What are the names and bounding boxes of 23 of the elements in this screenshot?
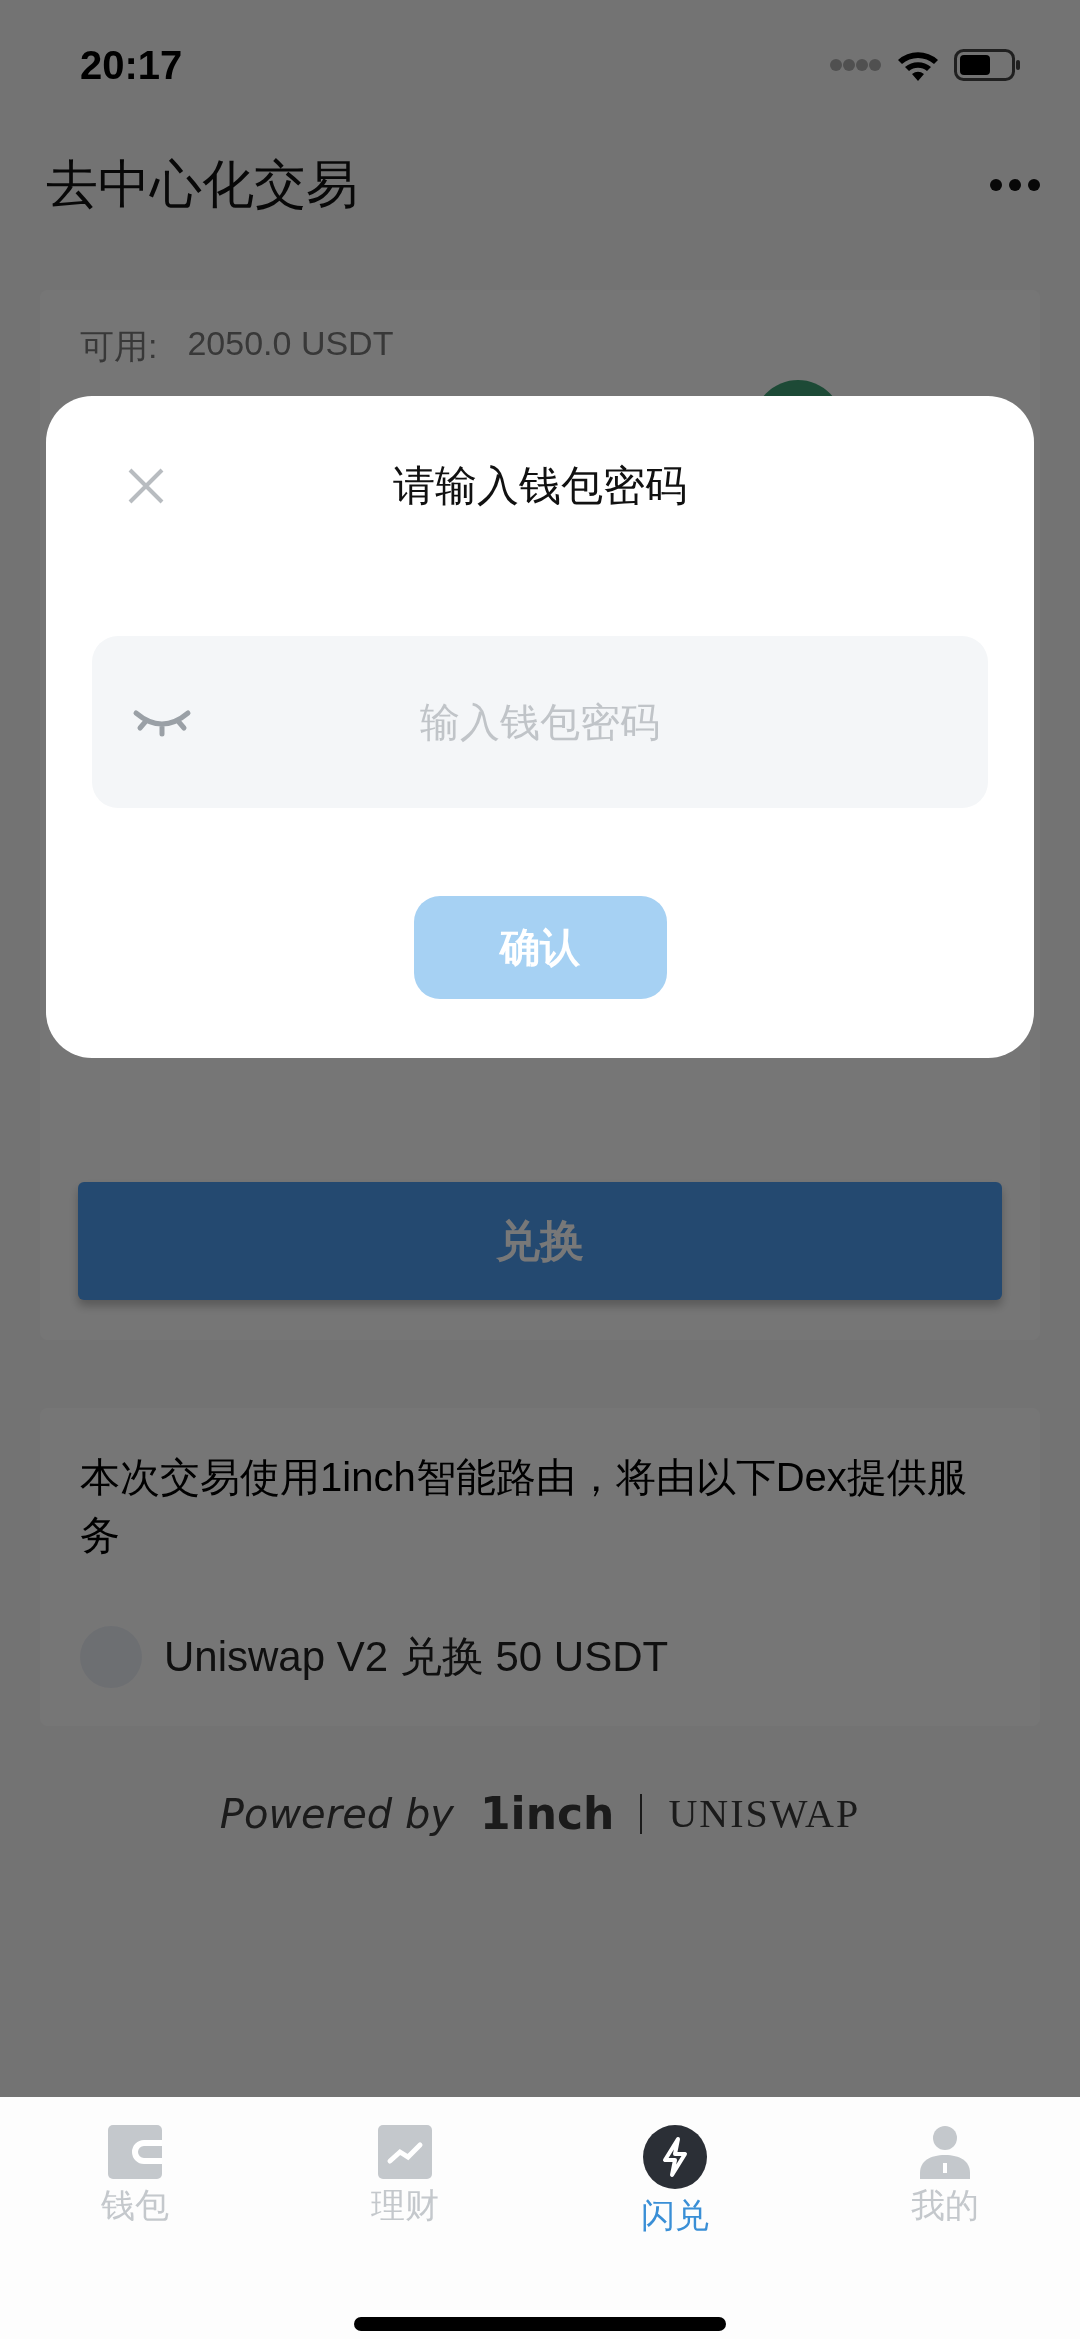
more-icon[interactable] [990,179,1040,191]
wallet-icon [108,2125,162,2179]
tab-item[interactable]: 理财 [270,2125,540,2239]
tab-item[interactable]: 钱包 [0,2125,270,2239]
available-label: 可用: [80,326,158,367]
brand-logo: 1inch [479,1788,615,1839]
page-title: 去中心化交易 [46,154,358,215]
tab-item[interactable]: 闪兑 [540,2125,810,2239]
available-balance: 2050.0 USDT [187,324,394,364]
dex-route-label: Uniswap V2 兑换 50 USDT [164,1632,669,1682]
swap-button[interactable]: 兑换 [78,1182,1002,1300]
signal-icon [830,58,882,72]
powered-by-text: Powered by [219,1790,454,1837]
route-description: 本次交易使用1inch智能路由，将由以下Dex提供服务 [80,1454,968,1559]
partner-logo: UNISWAP [668,1790,861,1837]
person-icon [918,2125,972,2179]
battery-icon [954,49,1020,81]
lightning-icon [643,2125,707,2189]
tab-item[interactable]: 我的 [810,2125,1080,2239]
dialog-title: 请输入钱包密码 [393,461,687,511]
chart-icon [378,2125,432,2179]
close-button[interactable] [126,466,166,506]
status-time: 20:17 [80,42,183,88]
